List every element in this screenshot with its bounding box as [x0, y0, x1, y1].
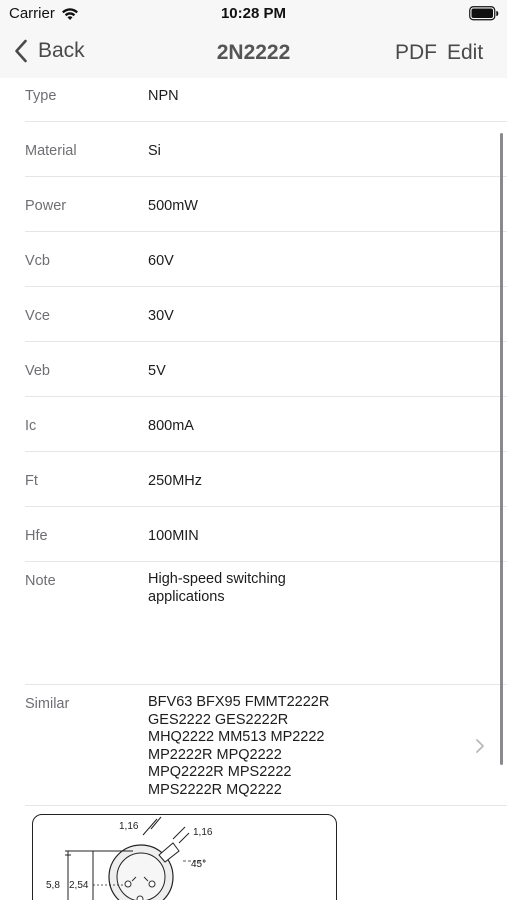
- detail-value: 5V: [148, 363, 166, 379]
- detail-list[interactable]: Type NPN Material Si Power 500mW Vcb 60V…: [0, 78, 507, 900]
- note-value: High-speed switching applications: [148, 571, 368, 606]
- note-line: High-speed switching: [148, 571, 286, 587]
- detail-row-material: Material Si: [25, 122, 507, 177]
- similar-line: MPS2222R MQ2222: [148, 781, 282, 798]
- detail-label: Power: [25, 198, 67, 214]
- chevron-left-icon: [15, 39, 27, 63]
- dim-label-angle: 45°: [191, 859, 206, 870]
- detail-label: Veb: [25, 363, 50, 379]
- detail-row-ft: Ft 250MHz: [25, 452, 507, 507]
- detail-value: 500mW: [148, 198, 198, 214]
- chevron-right-icon: [476, 739, 484, 753]
- detail-row-vcb: Vcb 60V: [25, 232, 507, 287]
- detail-row-vce: Vce 30V: [25, 287, 507, 342]
- similar-line: MP2222R MPQ2222: [148, 746, 282, 763]
- pdf-button[interactable]: PDF: [395, 41, 437, 65]
- similar-line: GES2222 GES2222R: [148, 711, 289, 728]
- similar-line: BFV63 BFX95 FMMT2222R: [148, 694, 330, 710]
- dim-label-top-right: 1,16: [193, 827, 213, 838]
- detail-label: Material: [25, 143, 77, 159]
- detail-value: 800mA: [148, 418, 194, 434]
- similar-line: MPQ2222R MPS2222: [148, 764, 292, 780]
- package-diagram: 1,16 1,16 45° 5,8 2,54: [32, 814, 337, 900]
- back-button-label: Back: [38, 39, 85, 62]
- detail-row-similar[interactable]: Similar BFV63 BFX95 FMMT2222R GES2222 GE…: [25, 685, 507, 806]
- similar-line: MHQ2222 MM513 MP2222: [148, 729, 325, 745]
- detail-value: 60V: [148, 253, 174, 269]
- similar-label: Similar: [25, 696, 70, 712]
- detail-label: Hfe: [25, 528, 48, 544]
- scroll-indicator[interactable]: [500, 133, 503, 765]
- detail-label: Ft: [25, 473, 38, 489]
- detail-row-type: Type NPN: [25, 78, 507, 122]
- navigation-bar: Back 2N2222 PDF Edit: [0, 28, 507, 78]
- dim-label-top-left: 1,16: [119, 821, 139, 832]
- detail-value: NPN: [148, 88, 179, 104]
- back-button[interactable]: Back: [14, 39, 85, 63]
- battery-icon: [469, 6, 499, 21]
- dim-label-pitch: 2,54: [69, 880, 89, 891]
- detail-label: Ic: [25, 418, 37, 434]
- detail-value: 250MHz: [148, 473, 202, 489]
- clock: 10:28 PM: [220, 5, 287, 22]
- detail-label: Type: [25, 88, 57, 104]
- status-bar: Carrier 10:28 PM: [0, 0, 507, 28]
- package-drawing: 1,16 1,16 45° 5,8 2,54: [46, 816, 213, 900]
- detail-row-veb: Veb 5V: [25, 342, 507, 397]
- detail-value: 30V: [148, 308, 174, 324]
- detail-row-hfe: Hfe 100MIN: [25, 507, 507, 562]
- dim-label-side: 5,8: [46, 880, 60, 891]
- note-label: Note: [25, 573, 56, 589]
- detail-label: Vcb: [25, 253, 50, 269]
- similar-value: BFV63 BFX95 FMMT2222R GES2222 GES2222R M…: [148, 694, 368, 799]
- detail-value: 100MIN: [148, 528, 199, 544]
- note-line: applications: [148, 588, 225, 605]
- detail-label: Vce: [25, 308, 50, 324]
- edit-button[interactable]: Edit: [447, 41, 483, 65]
- detail-value: Si: [148, 143, 161, 159]
- detail-row-note: Note High-speed switching applications: [25, 562, 507, 685]
- detail-row-power: Power 500mW: [25, 177, 507, 232]
- detail-row-ic: Ic 800mA: [25, 397, 507, 452]
